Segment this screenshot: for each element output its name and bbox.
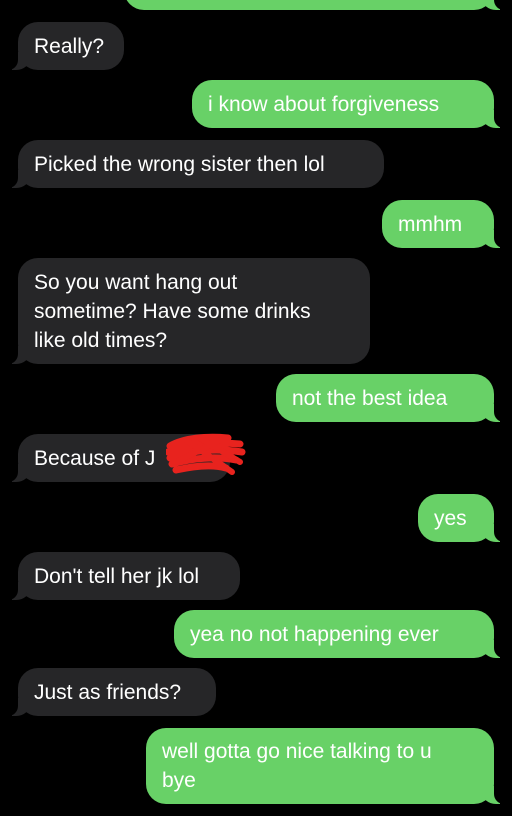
message-bubble-sent[interactable]: not the best idea <box>276 374 506 422</box>
message-bubble-sent[interactable]: i know about forgiveness <box>192 80 506 128</box>
message-text: Because of J <box>34 446 156 470</box>
message-text: well gotta go nice talking to u bye <box>162 740 432 792</box>
message-text: mmhm <box>398 212 463 236</box>
message-bubble-received[interactable]: Just as friends? <box>6 668 216 716</box>
message-bubble-sent[interactable]: yes <box>418 494 506 542</box>
message-thread[interactable]: Really? i know about forgiveness Picked … <box>0 0 512 816</box>
message-text: Picked the wrong sister then lol <box>34 152 325 176</box>
message-bubble-received[interactable]: So you want hang out sometime? Have some… <box>6 258 370 364</box>
message-text: not the best idea <box>292 386 448 410</box>
message-text: i know about forgiveness <box>208 92 440 116</box>
message-bubble-received[interactable]: Really? <box>6 22 124 70</box>
redaction-scribble <box>166 433 246 475</box>
message-text: So you want hang out sometime? Have some… <box>34 270 311 352</box>
message-text: yes <box>434 506 467 530</box>
message-bubble-sent[interactable]: well gotta go nice talking to u bye <box>146 728 506 804</box>
message-text: yea no not happening ever <box>190 622 439 646</box>
message-text: Just as friends? <box>34 680 182 704</box>
message-bubble-sent[interactable]: mmhm <box>382 200 506 248</box>
message-text: Really? <box>34 34 105 58</box>
message-bubble-sent-partial[interactable] <box>124 0 506 10</box>
message-bubble-received[interactable]: Don't tell her jk lol <box>6 552 240 600</box>
message-text: Don't tell her jk lol <box>34 564 200 588</box>
message-bubble-sent[interactable]: yea no not happening ever <box>174 610 506 658</box>
message-bubble-received[interactable]: Picked the wrong sister then lol <box>6 140 384 188</box>
